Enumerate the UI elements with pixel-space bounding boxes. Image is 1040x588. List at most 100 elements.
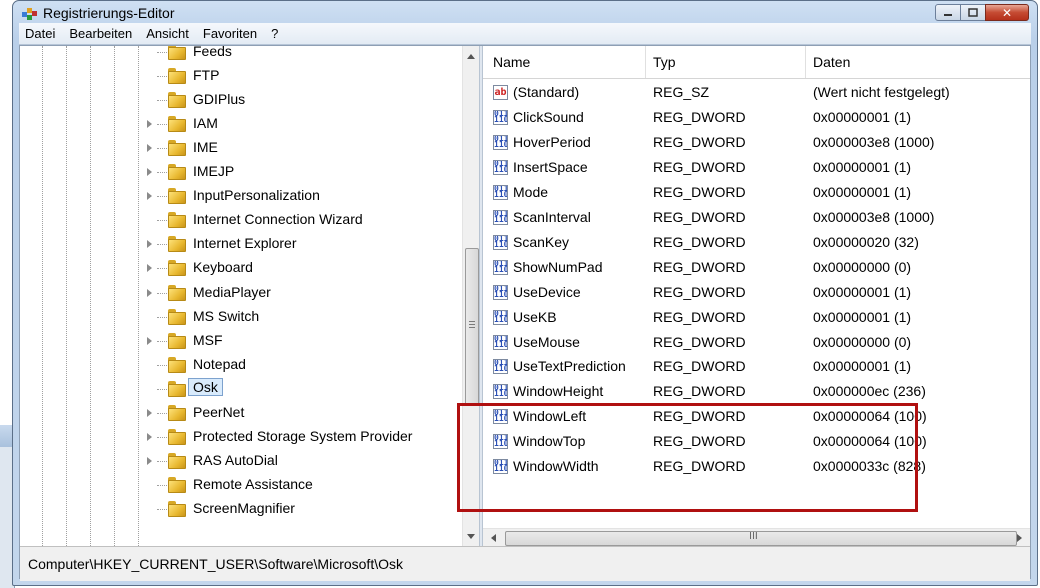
- menu-ansicht[interactable]: Ansicht: [140, 26, 197, 41]
- tree-item[interactable]: Notepad: [20, 353, 462, 377]
- expand-arrow-icon[interactable]: [147, 336, 152, 345]
- menu-favoriten[interactable]: Favoriten: [197, 26, 265, 41]
- value-type: REG_DWORD: [653, 133, 746, 150]
- scroll-right-arrow-icon[interactable]: [1017, 534, 1022, 542]
- tree-item[interactable]: PeerNet: [20, 401, 462, 425]
- value-row[interactable]: 011 110 ScanKey REG_DWORD 0x00000020 (32): [483, 231, 1030, 256]
- value-row[interactable]: 011 110 ClickSound REG_DWORD 0x00000001 (1): [483, 106, 1030, 131]
- tree-item[interactable]: InputPersonalization: [20, 184, 462, 208]
- folder-body: [168, 407, 186, 421]
- tree-connector: [157, 124, 167, 126]
- tree-item[interactable]: MediaPlayer: [20, 281, 462, 305]
- tree-item-label: ScreenMagnifier: [193, 499, 295, 516]
- column-header-name[interactable]: Name: [493, 54, 530, 70]
- tree-leaf-spacer: [147, 96, 152, 104]
- value-name: (Standard): [513, 84, 580, 100]
- registry-editor-icon: [22, 8, 37, 20]
- expand-arrow-icon[interactable]: [147, 240, 152, 249]
- value-row[interactable]: 011 110 WindowHeight REG_DWORD 0x000000ec (…: [483, 380, 1030, 405]
- tree-item[interactable]: ScreenMagnifier: [20, 497, 462, 521]
- expand-arrow-icon[interactable]: [147, 432, 152, 441]
- minimize-button[interactable]: [935, 4, 961, 21]
- scroll-thumb[interactable]: [465, 248, 479, 405]
- expand-arrow-icon[interactable]: [147, 456, 152, 465]
- maximize-icon: [968, 8, 978, 17]
- expand-arrow-icon[interactable]: [147, 192, 152, 201]
- value-row[interactable]: 011 110 HoverPeriod REG_DWORD 0x000003e8 (1…: [483, 131, 1030, 156]
- value-row[interactable]: 011 110 ShowNumPad REG_DWORD 0x00000000 (0): [483, 256, 1030, 281]
- value-data: 0x00000001 (1): [813, 158, 912, 175]
- tree-item-label: Keyboard: [193, 259, 253, 276]
- binary-value-icon: 011 110: [493, 234, 508, 250]
- tree-item[interactable]: IME: [20, 136, 462, 160]
- folder-body: [168, 359, 186, 373]
- folder-icon: [168, 404, 188, 421]
- value-row[interactable]: 011 110 ScanInterval REG_DWORD 0x000003e8 (…: [483, 206, 1030, 231]
- column-separator[interactable]: [805, 46, 806, 78]
- maximize-button[interactable]: [960, 4, 986, 21]
- list-horizontal-scrollbar[interactable]: III: [483, 528, 1030, 547]
- tree-item[interactable]: FTP: [20, 64, 462, 88]
- tree-item[interactable]: GDIPlus: [20, 88, 462, 112]
- column-header-type[interactable]: Typ: [653, 54, 676, 70]
- tree-item[interactable]: Osk: [20, 377, 462, 401]
- value-name: HoverPeriod: [513, 133, 591, 150]
- expand-arrow-icon[interactable]: [147, 264, 152, 273]
- expand-arrow-icon[interactable]: [147, 408, 152, 417]
- tree-leaf-spacer: [147, 361, 152, 369]
- column-separator[interactable]: [645, 46, 646, 78]
- scroll-down-arrow-icon[interactable]: [467, 534, 475, 539]
- tree-item[interactable]: IMEJP: [20, 160, 462, 184]
- folder-icon: [168, 188, 188, 205]
- tree-item[interactable]: IAM: [20, 112, 462, 136]
- tree-item[interactable]: Remote Assistance: [20, 473, 462, 497]
- tree-item[interactable]: Protected Storage System Provider: [20, 425, 462, 449]
- close-button[interactable]: ✕: [985, 4, 1029, 21]
- folder-icon: [168, 380, 188, 397]
- value-row[interactable]: 011 110 UseKB REG_DWORD 0x00000001 (1): [483, 306, 1030, 331]
- horizontal-scroll-thumb[interactable]: III: [505, 531, 1017, 546]
- value-type: REG_DWORD: [653, 308, 746, 325]
- tree-item[interactable]: MSF: [20, 329, 462, 353]
- folder-body: [168, 191, 186, 205]
- expand-arrow-icon[interactable]: [147, 144, 152, 153]
- tree-connector: [157, 460, 167, 462]
- tree-item-label: Internet Explorer: [193, 235, 297, 252]
- tree-item[interactable]: Internet Explorer: [20, 232, 462, 256]
- tree-item-label: Feeds: [193, 46, 232, 59]
- tree-item[interactable]: RAS AutoDial: [20, 449, 462, 473]
- expand-arrow-icon[interactable]: [147, 120, 152, 129]
- binary-value-icon: 011 110: [493, 184, 508, 200]
- folder-body: [168, 383, 186, 397]
- value-row[interactable]: 011 110 Mode REG_DWORD 0x00000001 (1): [483, 181, 1030, 206]
- tree-connector: [157, 244, 167, 246]
- value-row[interactable]: 011 110 UseMouse REG_DWORD 0x00000000 (0): [483, 331, 1030, 356]
- tree-item-label: Remote Assistance: [193, 475, 313, 492]
- tree-connector: [157, 316, 167, 318]
- value-name: UseKB: [513, 308, 557, 325]
- tree-item[interactable]: Keyboard: [20, 256, 462, 280]
- expand-arrow-icon[interactable]: [147, 168, 152, 177]
- tree-connector: [157, 100, 167, 102]
- tree-item[interactable]: Internet Connection Wizard: [20, 208, 462, 232]
- value-data: 0x00000001 (1): [813, 108, 912, 125]
- menu-datei[interactable]: Datei: [19, 26, 63, 41]
- value-row[interactable]: 011 110 UseDevice REG_DWORD 0x00000001 (1): [483, 281, 1030, 306]
- folder-body: [168, 119, 186, 133]
- value-row[interactable]: 011 110 UseTextPrediction REG_DWORD 0x00000…: [483, 355, 1030, 380]
- scroll-left-arrow-icon[interactable]: [491, 534, 496, 542]
- tree-leaf-spacer: [147, 313, 152, 321]
- expand-arrow-icon[interactable]: [147, 288, 152, 297]
- column-header-data[interactable]: Daten: [813, 54, 850, 70]
- tree-item[interactable]: MS Switch: [20, 305, 462, 329]
- value-row[interactable]: ab (Standard) REG_SZ (Wert nicht festgelegt…: [483, 81, 1030, 106]
- menu-help[interactable]: ?: [265, 26, 286, 41]
- value-name: ScanKey: [513, 233, 570, 250]
- grip-line: [469, 327, 475, 328]
- tree-item-label: IAM: [193, 115, 218, 132]
- tree-leaf-spacer: [147, 72, 152, 80]
- scroll-up-arrow-icon[interactable]: [467, 54, 475, 59]
- value-row[interactable]: 011 110 InsertSpace REG_DWORD 0x00000001 (1…: [483, 156, 1030, 181]
- menu-bearbeiten[interactable]: Bearbeiten: [63, 26, 140, 41]
- tree-item[interactable]: Feeds: [20, 46, 462, 64]
